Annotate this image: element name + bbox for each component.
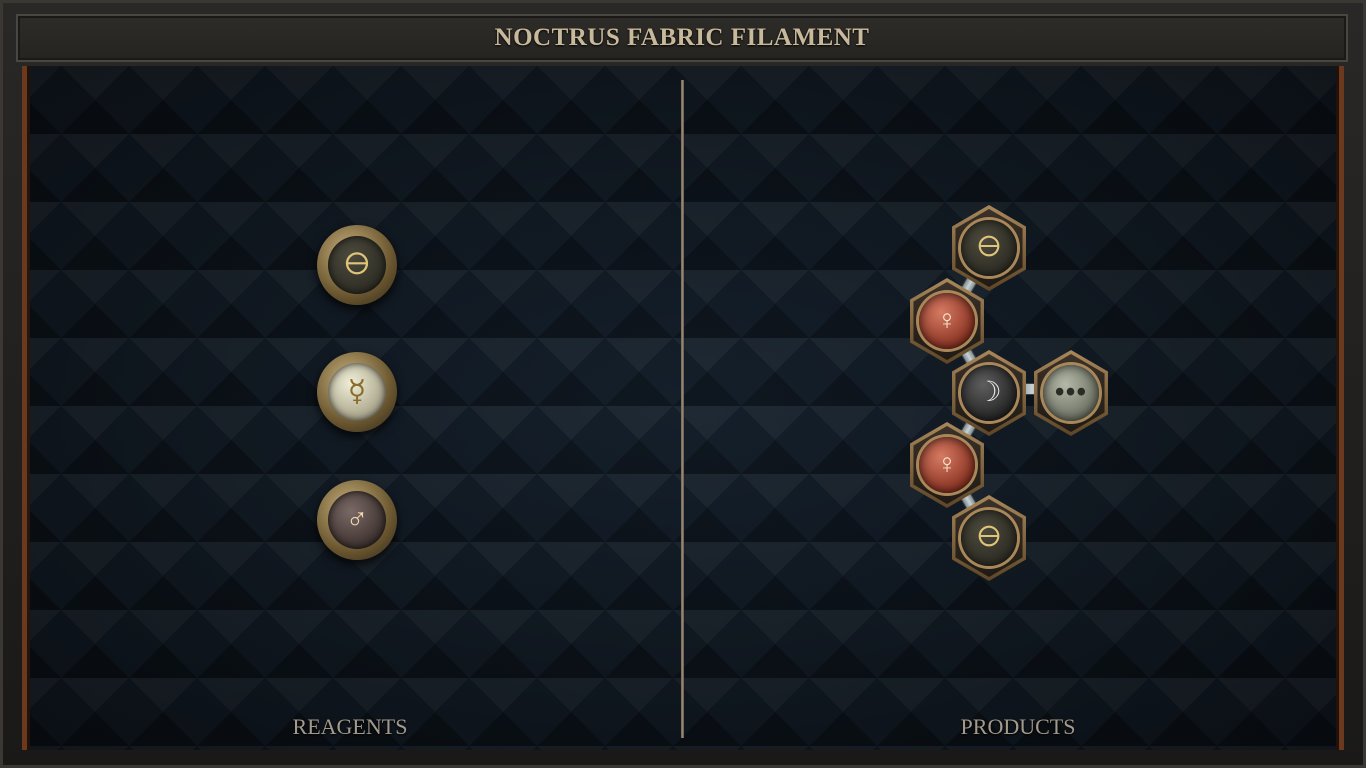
copper-icon: ♀ [919, 437, 975, 493]
copper-icon: ♀ [919, 293, 975, 349]
ellipsis-icon: ••• [1043, 365, 1099, 421]
moon-icon: ☽ [961, 365, 1017, 421]
panel-divider [681, 80, 684, 738]
title-bar: NOCTRUS FABRIC FILAMENT [16, 14, 1348, 62]
reagent-iron[interactable]: ♂ [317, 480, 397, 560]
salt-icon: 🜔 [328, 236, 386, 294]
salt-icon: 🜔 [961, 220, 1017, 276]
page-title: NOCTRUS FABRIC FILAMENT [494, 24, 870, 51]
reagent-quicksilver[interactable]: ☿ [317, 352, 397, 432]
product-atom-salt[interactable]: 🜔 [946, 495, 1032, 581]
reagent-salt[interactable]: 🜔 [317, 225, 397, 305]
iron-icon: ♂ [328, 491, 386, 549]
salt-icon: 🜔 [961, 510, 1017, 566]
quicksilver-icon: ☿ [328, 363, 386, 421]
reagents-label: REAGENTS [292, 714, 408, 739]
product-atom-repeat[interactable]: ••• [1028, 350, 1114, 436]
products-label: PRODUCTS [960, 714, 1076, 739]
